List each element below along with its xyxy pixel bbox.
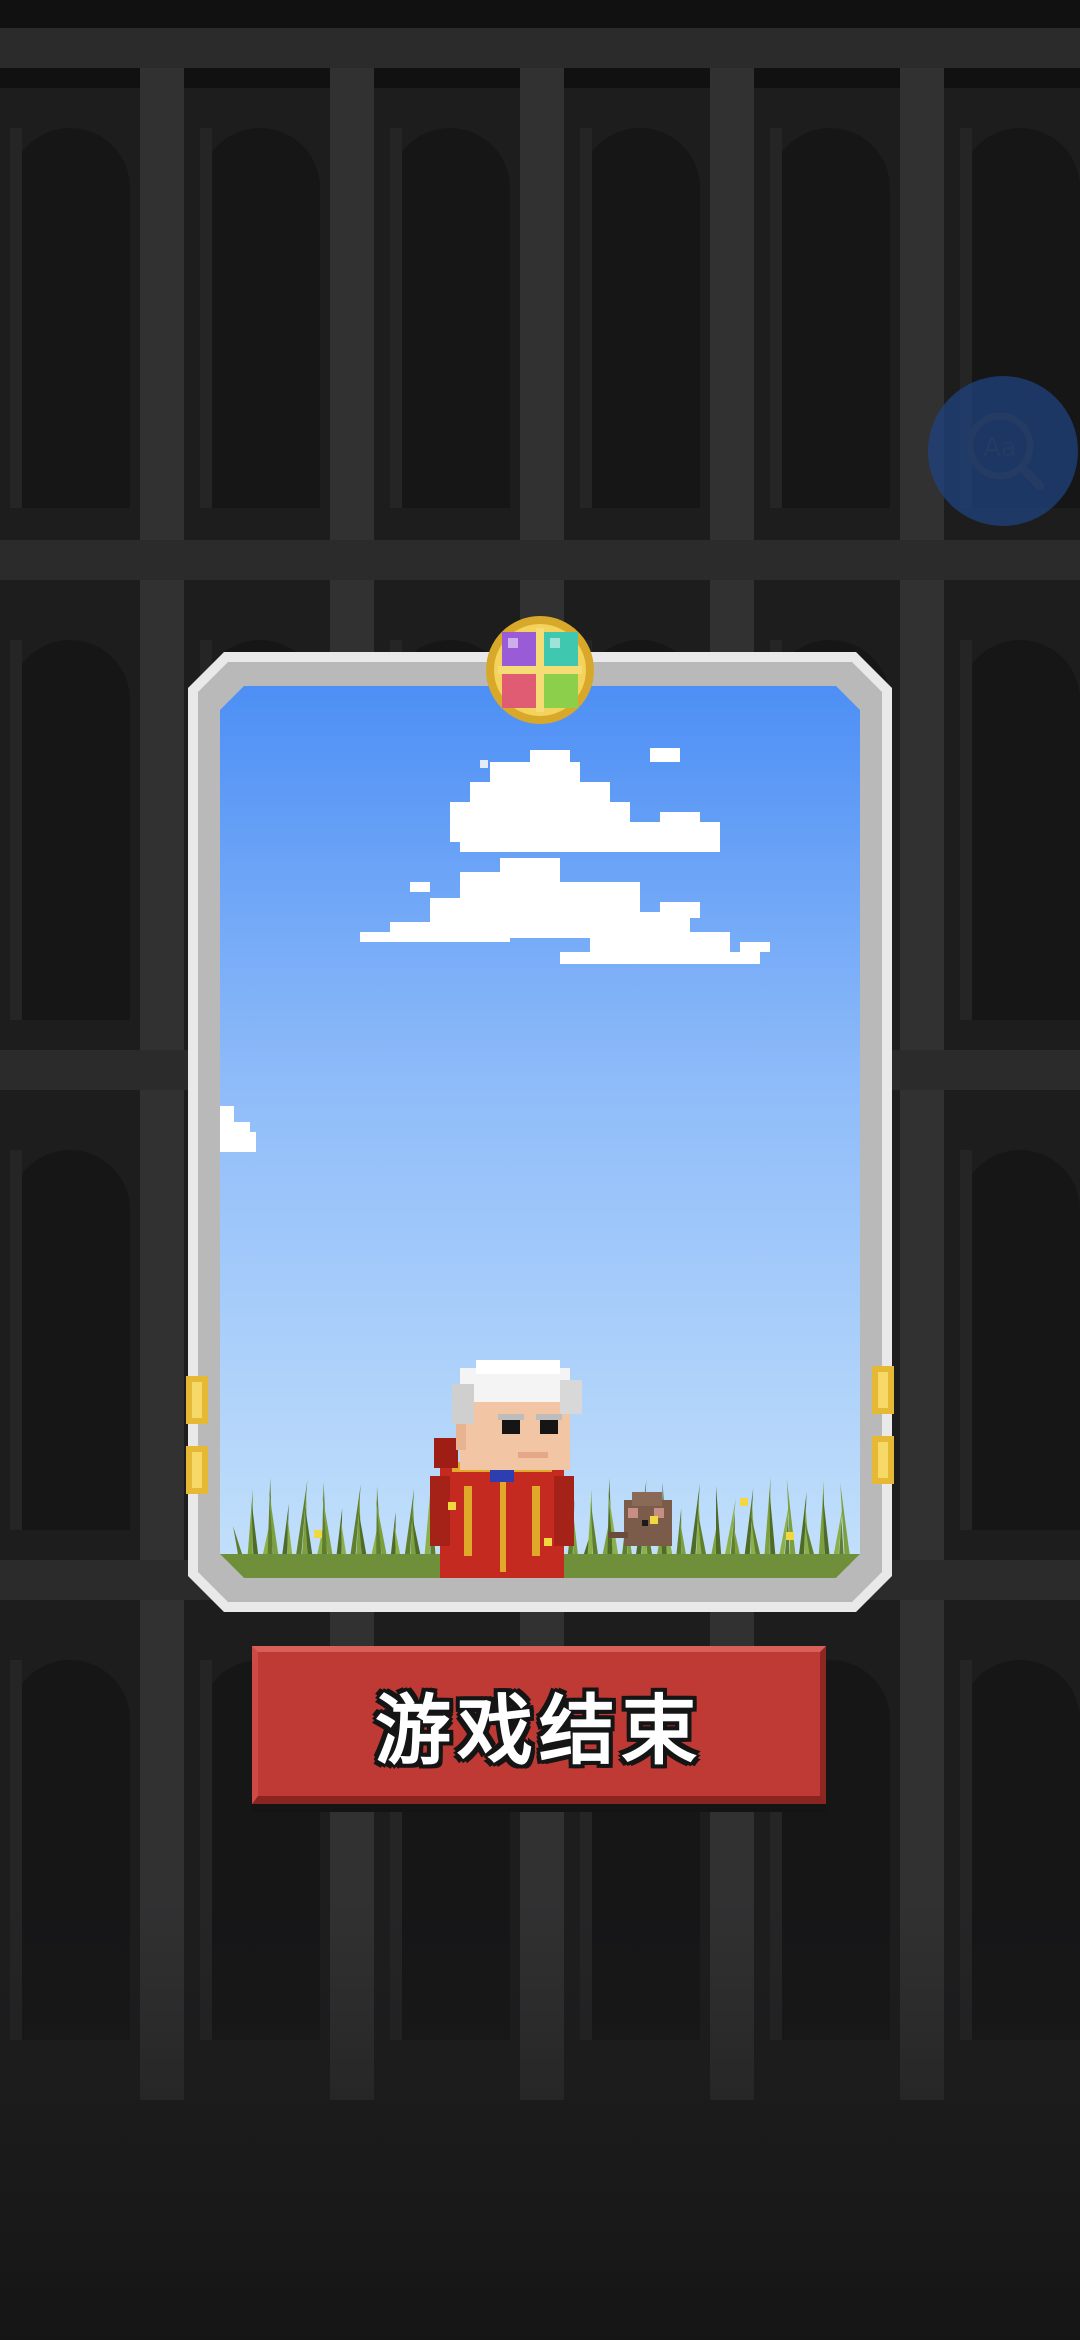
accessibility-text-button[interactable]: Aa [928,376,1078,526]
game-over-label: 游戏结束 [375,1686,703,1775]
card-illustration [220,686,860,1578]
game-over-button[interactable]: 游戏结束 [252,1646,826,1804]
four-color-gem-emblem-icon [486,616,594,724]
right-side-coin-icon-2 [872,1436,894,1484]
right-side-coin-icon [872,1366,894,1414]
ending-card [186,652,894,1612]
accessibility-label: Aa [983,433,1017,463]
font-size-magnifier-icon: Aa [966,412,1045,491]
old-man-red-robe-sprite [430,1360,582,1578]
left-side-coin-icon [186,1376,208,1424]
left-side-coin-icon-2 [186,1446,208,1494]
